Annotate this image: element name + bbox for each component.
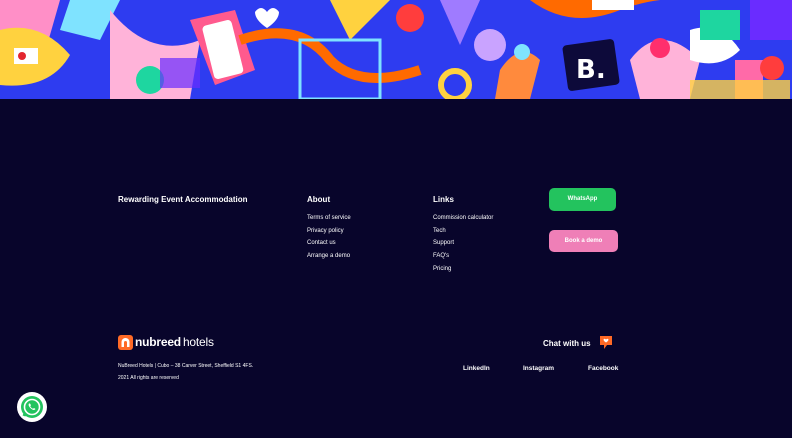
book-demo-button[interactable]: Book a demo: [549, 230, 618, 252]
logo-text-thin: hotels: [182, 335, 214, 349]
nubreed-logo[interactable]: nubreed hotels: [118, 334, 214, 350]
footer-tagline: Rewarding Event Accommodation: [118, 195, 248, 204]
whatsapp-floating-button[interactable]: [17, 392, 47, 422]
contact-us-link[interactable]: Contact us: [307, 237, 351, 250]
pricing-link[interactable]: Pricing: [433, 263, 493, 276]
whatsapp-button[interactable]: WhatsApp: [549, 188, 616, 211]
chat-with-us-link[interactable]: Chat with us: [543, 335, 613, 351]
banner-letter: B.: [576, 55, 606, 85]
privacy-policy-link[interactable]: Privacy policy: [307, 225, 351, 238]
about-links: Terms of service Privacy policy Contact …: [307, 212, 351, 263]
site-footer: Rewarding Event Accommodation About Term…: [0, 99, 792, 438]
support-link[interactable]: Support: [433, 237, 493, 250]
logo-text-bold: nubreed: [135, 335, 181, 349]
instagram-link[interactable]: Instagram: [523, 365, 554, 372]
links-heading: Links: [433, 195, 454, 204]
chat-label: Chat with us: [543, 338, 591, 348]
commission-calculator-link[interactable]: Commission calculator: [433, 212, 493, 225]
illustration-artwork: B.: [0, 0, 792, 99]
facebook-link[interactable]: Facebook: [588, 365, 618, 372]
company-address: NuBreed Hotels | Cubo – 38 Carver Street…: [118, 363, 254, 369]
tech-link[interactable]: Tech: [433, 225, 493, 238]
faqs-link[interactable]: FAQ's: [433, 250, 493, 263]
hero-illustration: B.: [0, 0, 792, 99]
nubreed-logo-icon: [118, 334, 133, 350]
about-heading: About: [307, 195, 331, 204]
copyright-text: 2021 All rights are reserved: [118, 375, 179, 381]
links-list: Commission calculator Tech Support FAQ's…: [433, 212, 493, 276]
whatsapp-icon: [21, 396, 43, 418]
arrange-demo-link[interactable]: Arrange a demo: [307, 250, 351, 263]
linkedin-link[interactable]: LinkedIn: [463, 365, 490, 372]
chat-bubble-icon: [599, 335, 613, 351]
terms-of-service-link[interactable]: Terms of service: [307, 212, 351, 225]
